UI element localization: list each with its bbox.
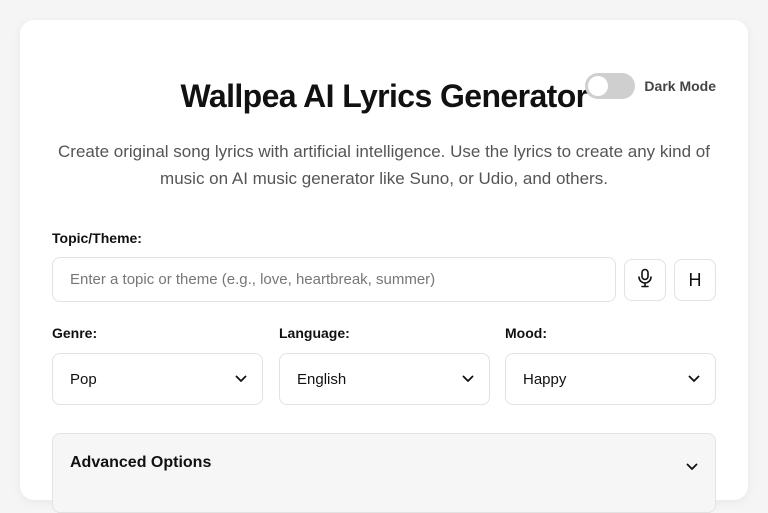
genre-select[interactable]: Pop [52,353,263,405]
chevron-down-icon [686,458,698,476]
advanced-options-label: Advanced Options [70,454,212,471]
mood-select[interactable]: Happy [505,353,716,405]
genre-label: Genre: [52,325,98,341]
dark-mode-label: Dark Mode [644,78,716,94]
chevron-down-icon [462,370,474,388]
topic-input[interactable] [52,257,616,302]
language-value: English [297,370,347,388]
page-subtitle: Create original song lyrics with artific… [58,142,710,188]
language-select[interactable]: English [279,353,490,405]
lyrics-generator-card: Wallpea AI Lyrics Generator Dark Mode Cr… [20,20,748,513]
history-button-label: H [688,269,702,290]
language-label: Language: [279,325,350,341]
voice-input-button[interactable] [624,259,666,301]
advanced-options-toggle[interactable]: Advanced Options [52,433,716,513]
dark-mode-toggle[interactable] [585,73,636,99]
history-button[interactable]: H [674,259,716,301]
topic-label: Topic/Theme: [52,230,142,246]
chevron-down-icon [235,370,247,388]
microphone-icon [636,268,654,293]
toggle-knob [588,76,609,96]
genre-value: Pop [70,370,97,388]
chevron-down-icon [688,370,700,388]
mood-value: Happy [523,370,567,388]
dark-mode-control: Dark Mode [585,73,716,99]
mood-label: Mood: [505,325,547,341]
